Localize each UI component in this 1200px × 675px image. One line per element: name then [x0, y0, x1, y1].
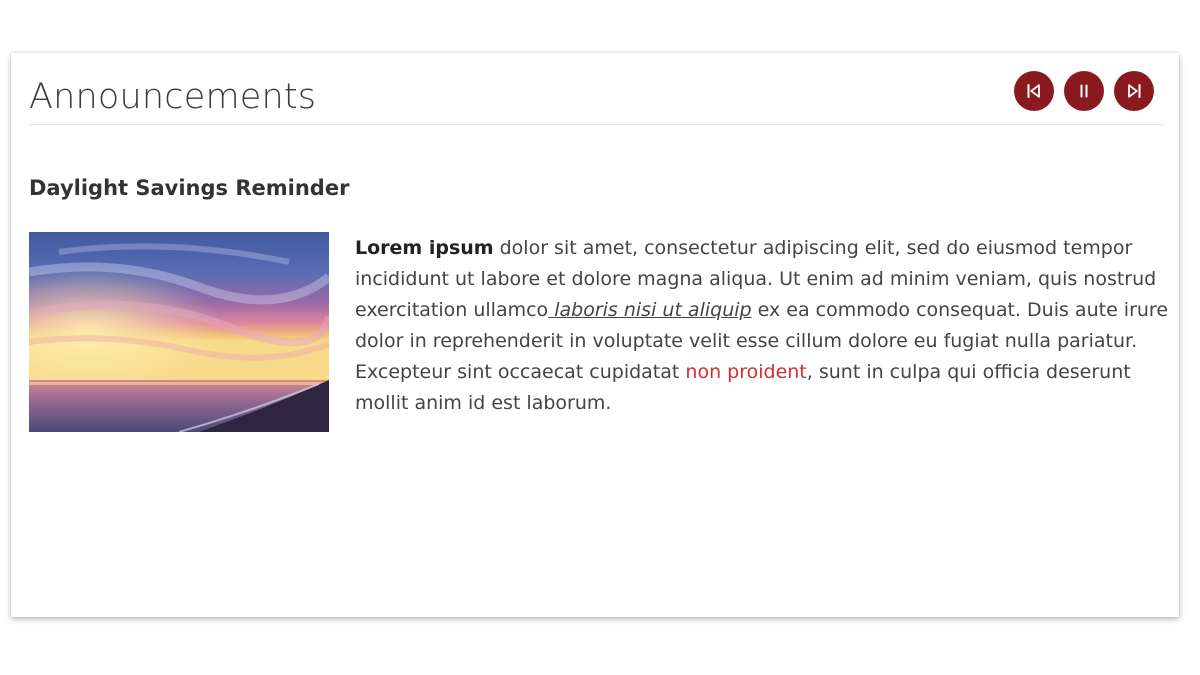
- body-lead: Lorem ipsum: [355, 237, 494, 259]
- skip-previous-icon: [1027, 84, 1040, 98]
- announcements-header: Announcements: [29, 53, 1164, 125]
- announcement-headline: Daylight Savings Reminder: [29, 176, 350, 200]
- widget-title: Announcements: [29, 77, 317, 117]
- pause-button[interactable]: [1064, 71, 1104, 111]
- pause-icon: [1080, 84, 1088, 98]
- announcements-card: Announcements Daylight Savings Reminder …: [11, 53, 1179, 617]
- body-highlight: non proident: [685, 361, 807, 383]
- next-button[interactable]: [1114, 71, 1154, 111]
- skip-next-icon: [1128, 84, 1141, 98]
- sunset-ocean-image: [29, 232, 329, 432]
- body-link[interactable]: laboris nisi ut aliquip: [548, 299, 751, 321]
- announcement-body: Lorem ipsum dolor sit amet, consectetur …: [355, 233, 1170, 419]
- previous-button[interactable]: [1014, 71, 1054, 111]
- carousel-controls: [1014, 71, 1154, 111]
- announcement-paragraph: Lorem ipsum dolor sit amet, consectetur …: [355, 233, 1170, 419]
- announcement-image: [29, 232, 329, 432]
